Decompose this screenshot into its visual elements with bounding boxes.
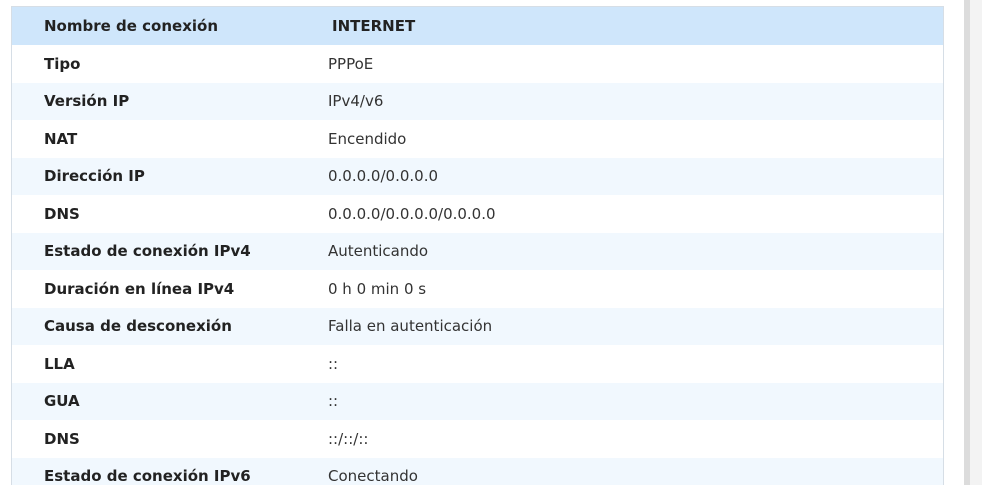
row-key: Duración en línea IPv4 (44, 279, 235, 298)
row-key: Tipo (44, 54, 81, 73)
table-row: Tipo PPPoE (12, 45, 943, 83)
connection-status-page: Nombre de conexión INTERNET Tipo PPPoE V… (0, 0, 982, 485)
row-value: :: (328, 354, 339, 373)
row-key: GUA (44, 392, 80, 411)
row-value: 0 h 0 min 0 s (328, 279, 427, 298)
table-row: DNS 0.0.0.0/0.0.0.0/0.0.0.0 (12, 195, 943, 233)
row-value: Autenticando (328, 242, 429, 261)
row-key: Estado de conexión IPv4 (44, 242, 251, 261)
table-row: Duración en línea IPv4 0 h 0 min 0 s (12, 270, 943, 308)
row-value: PPPoE (328, 54, 374, 73)
header-key-label: Nombre de conexión (44, 17, 219, 35)
row-key: NAT (44, 129, 78, 148)
row-key: Versión IP (44, 92, 130, 111)
table-row: Estado de conexión IPv4 Autenticando (12, 232, 943, 270)
row-key: Dirección IP (44, 167, 145, 186)
row-value: Conectando (328, 467, 418, 485)
row-value: 0.0.0.0/0.0.0.0/0.0.0.0 (328, 204, 496, 223)
table-row: DNS ::/::/:: (12, 420, 943, 458)
table-row: Estado de conexión IPv6 Conectando (12, 457, 943, 485)
row-key: DNS (44, 429, 80, 448)
table-row: Versión IP IPv4/v6 (12, 82, 943, 120)
table-row: Dirección IP 0.0.0.0/0.0.0.0 (12, 157, 943, 195)
row-value: ::/::/:: (328, 429, 369, 448)
table-row: NAT Encendido (12, 120, 943, 158)
row-key: LLA (44, 354, 75, 373)
row-value: 0.0.0.0/0.0.0.0 (328, 167, 439, 186)
row-value: Falla en autenticación (328, 317, 493, 336)
row-value: IPv4/v6 (328, 92, 384, 111)
row-value: :: (328, 392, 339, 411)
table-row: Causa de desconexión Falla en autenticac… (12, 307, 943, 345)
connection-info-table: Nombre de conexión INTERNET Tipo PPPoE V… (11, 6, 944, 485)
table-row: LLA :: (12, 345, 943, 383)
row-key: DNS (44, 204, 80, 223)
row-key: Causa de desconexión (44, 317, 232, 336)
table-row: GUA :: (12, 382, 943, 420)
header-value-label: INTERNET (332, 17, 416, 35)
row-key: Estado de conexión IPv6 (44, 467, 251, 485)
table-header-row: Nombre de conexión INTERNET (12, 7, 943, 45)
row-value: Encendido (328, 129, 407, 148)
scrollbar-thumb[interactable] (964, 0, 970, 485)
